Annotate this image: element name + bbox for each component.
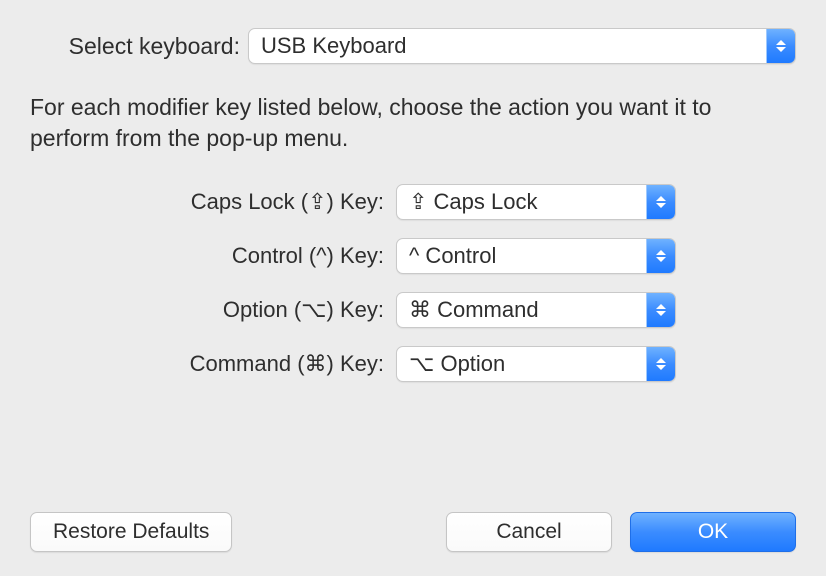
cancel-button[interactable]: Cancel <box>446 512 612 552</box>
control-row: Control (^) Key: ^ Control <box>90 238 676 274</box>
option-popup[interactable]: ⌘ Command <box>396 292 676 328</box>
capslock-label: Caps Lock (⇪) Key: <box>90 189 396 215</box>
capslock-value: ⇪ Caps Lock <box>397 189 646 215</box>
modifier-keys-list: Caps Lock (⇪) Key: ⇪ Caps Lock Control (… <box>90 184 676 382</box>
capslock-row: Caps Lock (⇪) Key: ⇪ Caps Lock <box>90 184 676 220</box>
control-label: Control (^) Key: <box>90 243 396 269</box>
command-row: Command (⌘) Key: ⌥ Option <box>90 346 676 382</box>
select-keyboard-popup[interactable]: USB Keyboard <box>248 28 796 64</box>
description-text: For each modifier key listed below, choo… <box>30 92 796 154</box>
button-row: Restore Defaults Cancel OK <box>30 512 796 552</box>
command-value: ⌥ Option <box>397 351 646 377</box>
ok-button[interactable]: OK <box>630 512 796 552</box>
restore-defaults-button[interactable]: Restore Defaults <box>30 512 232 552</box>
select-keyboard-row: Select keyboard: USB Keyboard <box>30 28 796 64</box>
command-label: Command (⌘) Key: <box>90 351 396 377</box>
control-popup[interactable]: ^ Control <box>396 238 676 274</box>
capslock-popup[interactable]: ⇪ Caps Lock <box>396 184 676 220</box>
updown-arrows-icon <box>646 239 675 273</box>
option-label: Option (⌥) Key: <box>90 297 396 323</box>
select-keyboard-label: Select keyboard: <box>30 33 248 60</box>
updown-arrows-icon <box>766 29 795 63</box>
modifier-keys-sheet: Select keyboard: USB Keyboard For each m… <box>0 0 826 576</box>
option-value: ⌘ Command <box>397 297 646 323</box>
select-keyboard-value: USB Keyboard <box>249 33 766 59</box>
control-value: ^ Control <box>397 243 646 269</box>
updown-arrows-icon <box>646 347 675 381</box>
updown-arrows-icon <box>646 185 675 219</box>
option-row: Option (⌥) Key: ⌘ Command <box>90 292 676 328</box>
updown-arrows-icon <box>646 293 675 327</box>
command-popup[interactable]: ⌥ Option <box>396 346 676 382</box>
